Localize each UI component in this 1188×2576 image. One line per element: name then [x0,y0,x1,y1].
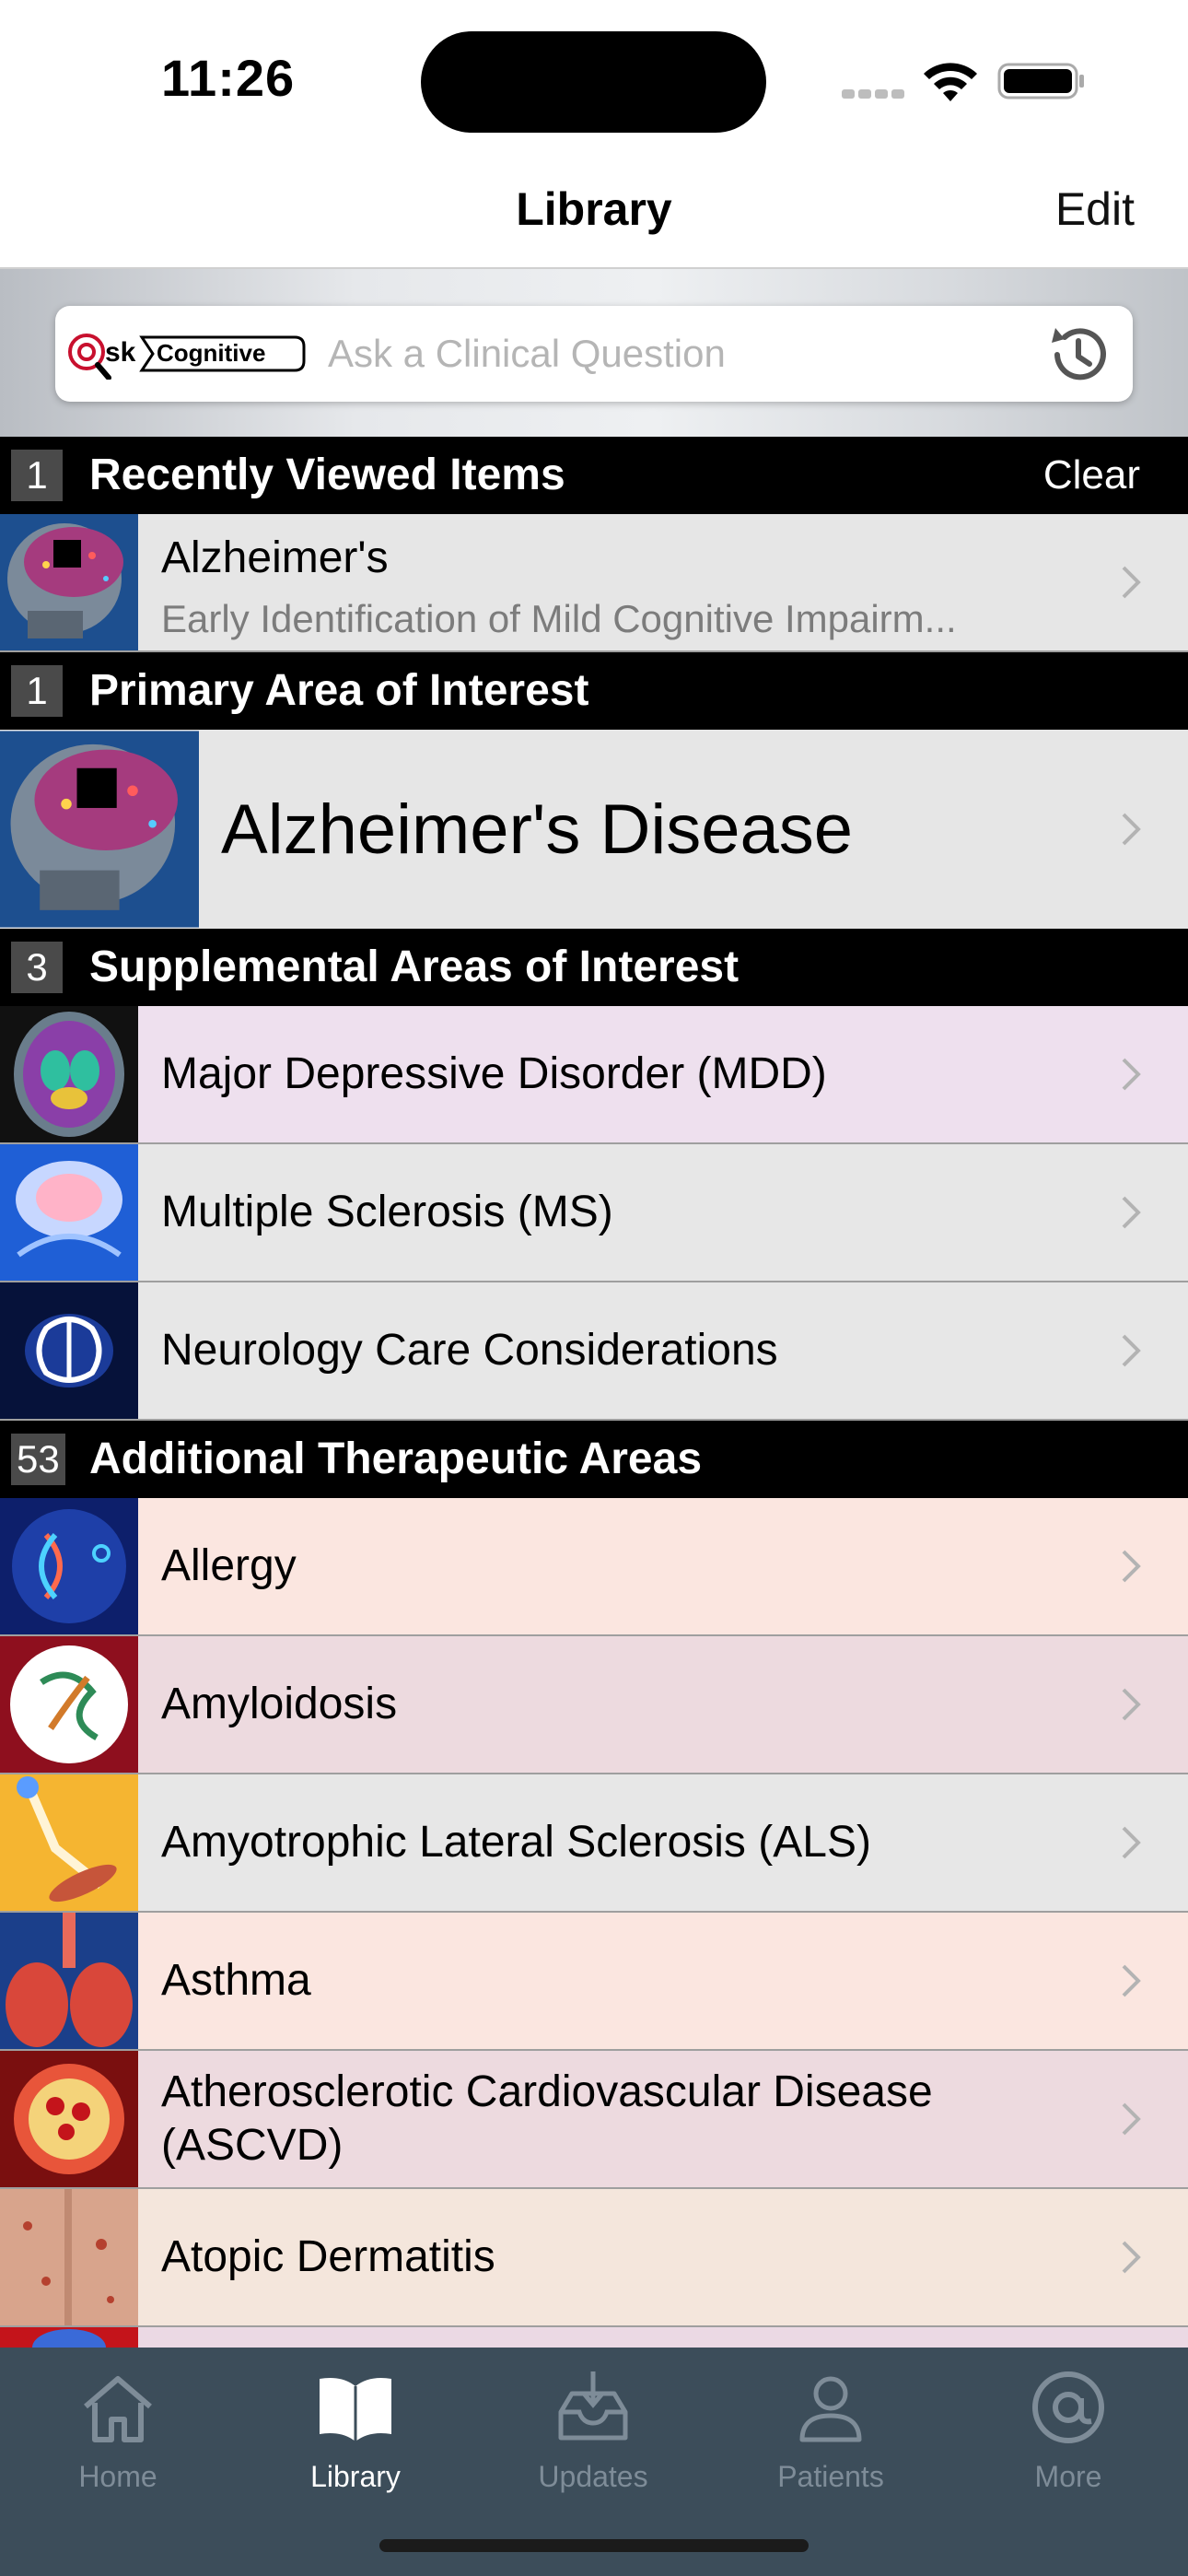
supplemental-item-mdd[interactable]: Major Depressive Disorder (MDD) [0,1006,1188,1144]
chevron-right-icon [1122,2102,1141,2136]
chevron-right-icon [1122,1196,1141,1229]
battery-icon [997,63,1084,100]
chevron-right-icon [1122,1550,1141,1583]
tab-label: Updates [538,2460,648,2493]
recent-item-title: Alzheimer's [161,533,389,582]
brain-outline-thumbnail [0,1282,138,1419]
section-count: 1 [11,450,63,501]
home-indicator [379,2539,809,2552]
section-title: Additional Therapeutic Areas [89,1434,703,1483]
protein-structure-thumbnail [0,1636,138,1773]
row-label: Atopic Dermatitis [161,2232,495,2281]
row-label: Neurology Care Considerations [161,1326,778,1375]
status-time: 11:26 [161,49,296,107]
section-title: Primary Area of Interest [89,666,589,715]
neuron-muscle-thumbnail [0,1774,138,1911]
tab-label: Library [310,2460,401,2493]
tab-label: Patients [777,2460,884,2493]
chevron-right-icon [1122,566,1141,599]
row-label: Multiple Sclerosis (MS) [161,1188,613,1236]
tab-more[interactable]: More [976,2366,1160,2494]
row-label: Amyloidosis [161,1680,398,1728]
history-clock-icon[interactable] [1044,321,1112,389]
recent-item-subtitle: Early Identification of Mild Cognitive I… [161,597,957,640]
status-bar: 11:26 [0,0,1188,157]
book-icon [320,2378,391,2441]
search-placeholder: Ask a Clinical Question [328,332,726,375]
edit-button[interactable]: Edit [1055,182,1135,236]
chevron-right-icon [1122,1058,1141,1091]
additional-item-als[interactable]: Amyotrophic Lateral Sclerosis (ALS) [0,1774,1188,1913]
page-title: Library [516,183,672,235]
lungs-thumbnail [0,1913,138,2049]
svg-text:sk: sk [105,337,136,368]
person-icon [799,2376,862,2442]
dynamic-island [421,31,766,133]
skin-rash-thumbnail [0,2189,138,2325]
chevron-right-icon [1122,1964,1141,1997]
home-icon [84,2376,152,2442]
recent-item-alzheimers[interactable]: Alzheimer's Early Identification of Mild… [0,514,1188,652]
row-label: Major Depressive Disorder (MDD) [161,1049,827,1098]
additional-item-ascvd[interactable]: Atherosclerotic Cardiovascular Disease (… [0,2051,1188,2189]
supplemental-areas-header: 3 Supplemental Areas of Interest [0,929,1188,1006]
chevron-right-icon [1122,2241,1141,2274]
supplemental-item-neurology-care[interactable]: Neurology Care Considerations [0,1282,1188,1421]
supplemental-item-ms[interactable]: Multiple Sclerosis (MS) [0,1144,1188,1282]
tab-library[interactable]: Library [263,2366,448,2494]
ask-question-search-bar[interactable]: sk Cognitive Ask a Clinical Question [55,306,1133,402]
tab-home[interactable]: Home [26,2366,210,2494]
section-title: Recently Viewed Items [89,451,565,499]
at-sign-icon [1032,2371,1104,2443]
additional-item-amyloidosis[interactable]: Amyloidosis [0,1636,1188,1774]
additional-item-allergy[interactable]: Allergy [0,1498,1188,1636]
cellular-signal-icon [842,87,908,103]
additional-areas-header: 53 Additional Therapeutic Areas [0,1421,1188,1498]
recently-viewed-header: 1 Recently Viewed Items Clear [0,437,1188,514]
primary-item-label: Alzheimer's Disease [221,790,854,869]
brain-scan-thumbnail [0,1006,138,1142]
row-label: Amyotrophic Lateral Sclerosis (ALS) [161,1818,871,1867]
ask-cognitive-logo: sk Cognitive [68,334,306,380]
tab-label: Home [78,2460,157,2493]
partial-thumbnail [0,2327,138,2348]
glowing-brain-thumbnail [0,1144,138,1281]
additional-item-atopic-dermatitis[interactable]: Atopic Dermatitis [0,2189,1188,2327]
svg-text:Cognitive: Cognitive [157,339,265,367]
brain-skull-thumbnail [0,514,138,650]
chevron-right-icon [1122,1334,1141,1367]
brain-skull-thumbnail [0,730,199,929]
row-label: Asthma [161,1956,311,2005]
additional-item-asthma[interactable]: Asthma [0,1913,1188,2051]
primary-area-header: 1 Primary Area of Interest [0,652,1188,730]
primary-item-alzheimers-disease[interactable]: Alzheimer's Disease [0,730,1188,929]
section-count: 1 [11,665,63,717]
artery-plaque-thumbnail [0,2051,138,2187]
tab-patients[interactable]: Patients [739,2366,923,2494]
tab-updates[interactable]: Updates [501,2366,685,2494]
section-title: Supplemental Areas of Interest [89,943,740,991]
chevron-right-icon [1122,1688,1141,1721]
section-count: 53 [11,1434,65,1485]
allergy-cells-thumbnail [0,1498,138,1634]
section-count: 3 [11,942,63,993]
chevron-right-icon [1122,1826,1141,1859]
row-label: Allergy [161,1541,297,1590]
row-label: Atherosclerotic Cardiovascular Disease (… [161,2067,933,2170]
tab-label: More [1034,2460,1102,2493]
search-area: sk Cognitive Ask a Clinical Question [0,269,1188,437]
chevron-right-icon [1122,813,1141,846]
wifi-icon [924,63,977,101]
clear-button[interactable]: Clear [1043,451,1140,499]
inbox-download-icon [558,2371,628,2441]
navigation-bar: Library Edit [0,157,1188,269]
